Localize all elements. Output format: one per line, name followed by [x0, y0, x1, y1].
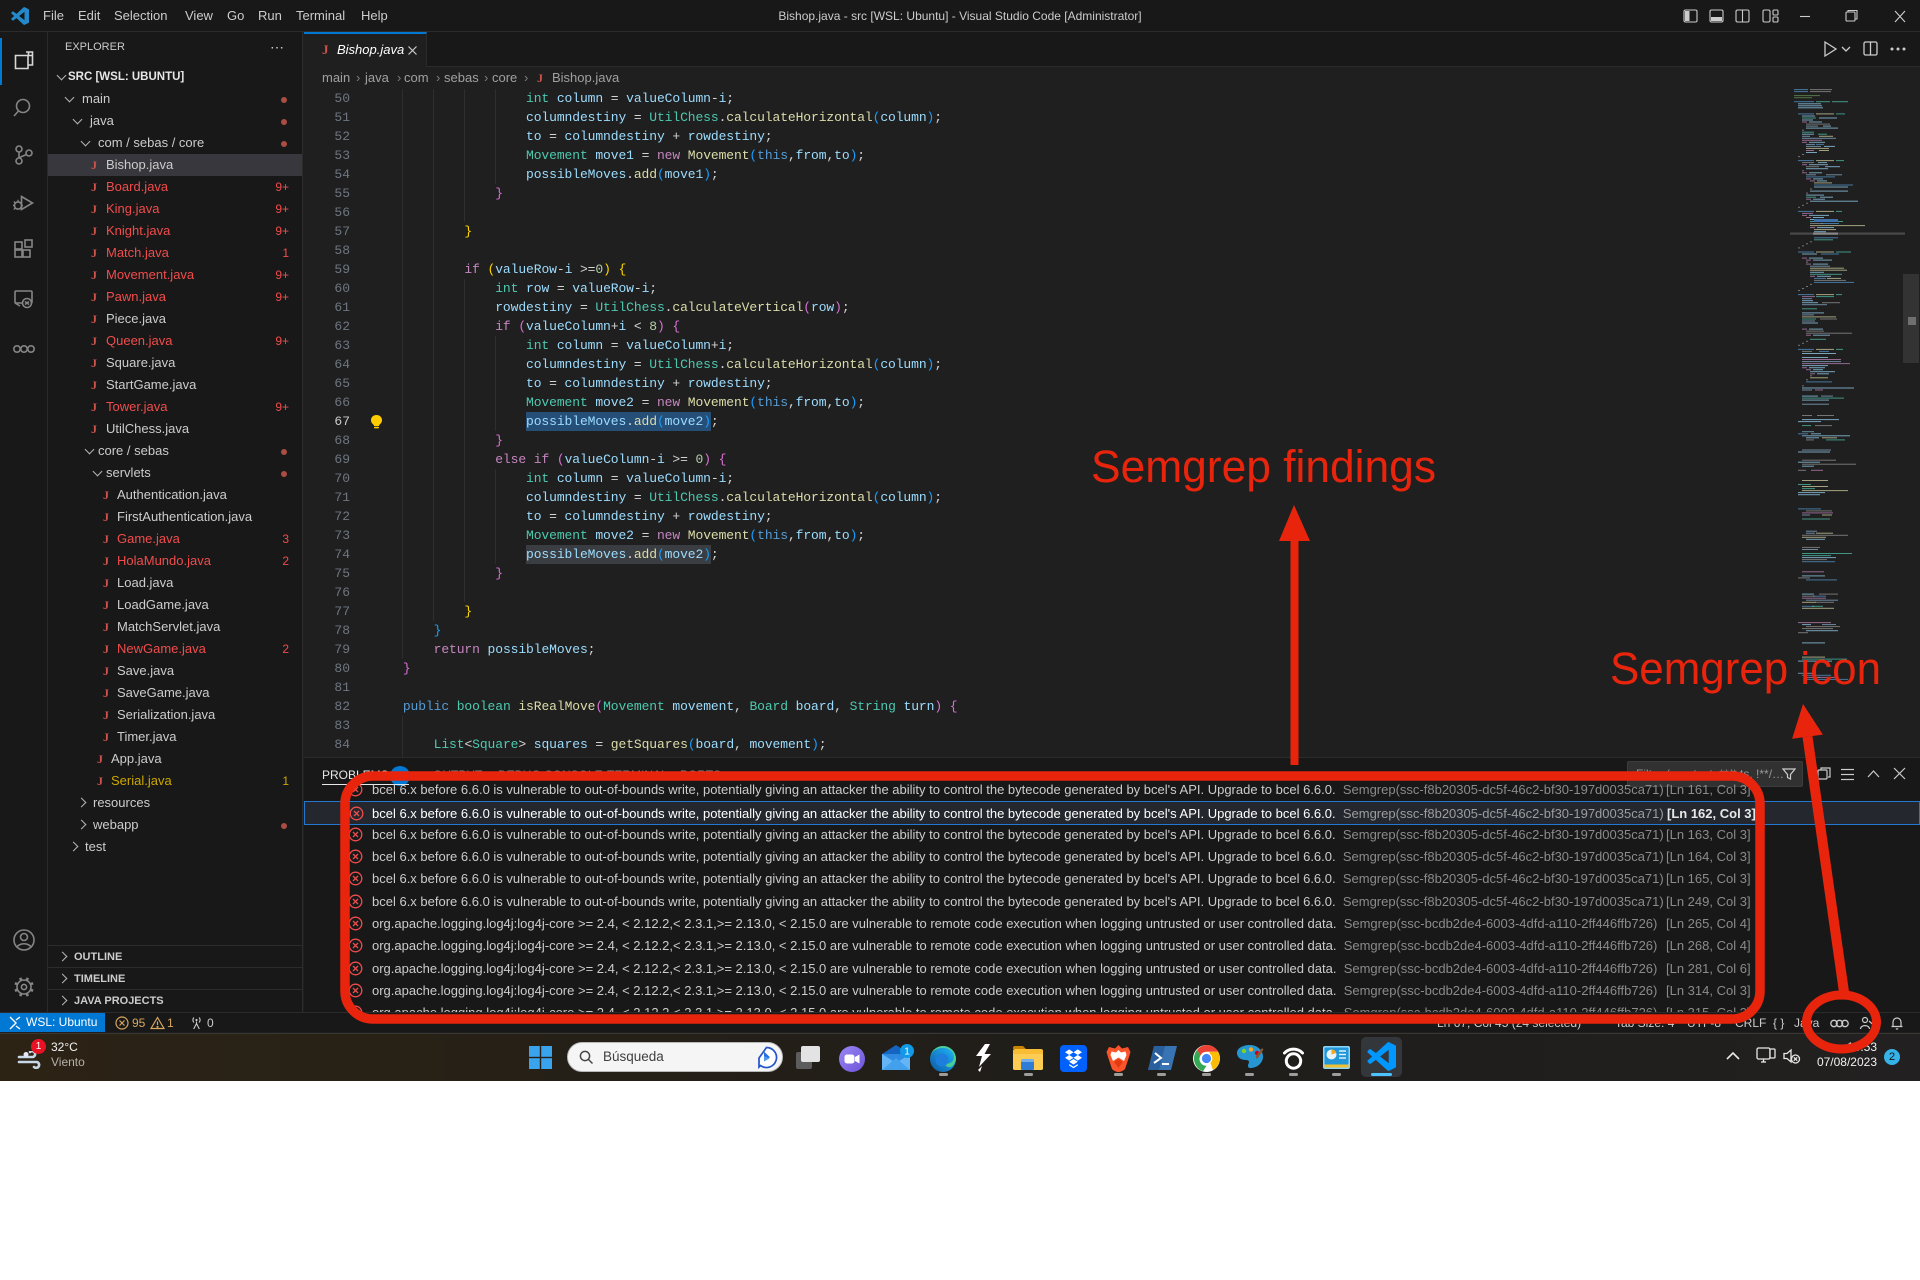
svg-text:1: 1 — [904, 1047, 910, 1058]
